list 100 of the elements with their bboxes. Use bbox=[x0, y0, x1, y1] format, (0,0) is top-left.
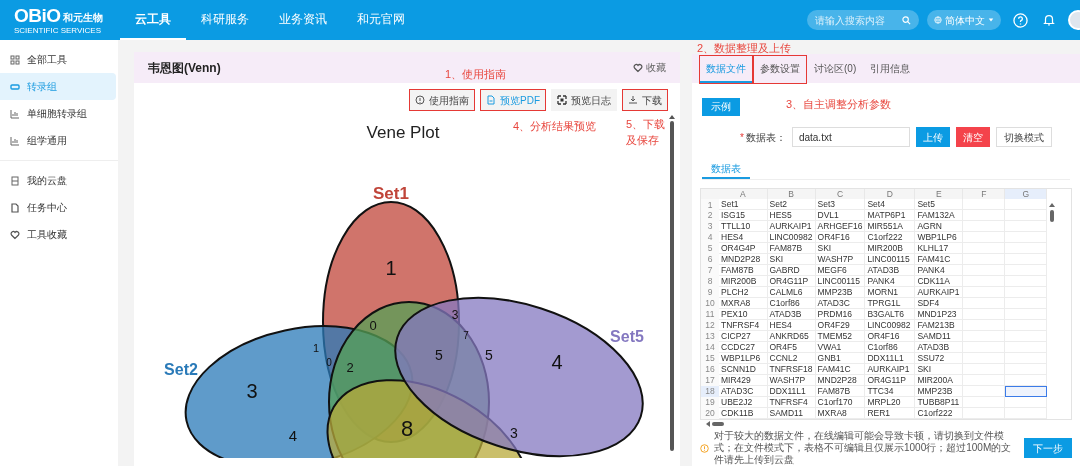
table-cell[interactable]: CALML6 bbox=[767, 286, 815, 298]
table-cell[interactable]: FAM87B bbox=[815, 385, 865, 397]
table-cell[interactable]: C1orf222 bbox=[864, 231, 915, 243]
table-cell[interactable]: SKI bbox=[815, 242, 865, 254]
table-cell[interactable]: PRDM16 bbox=[815, 308, 865, 320]
table-cell[interactable]: HES4 bbox=[767, 319, 815, 331]
table-cell[interactable]: HES4 bbox=[719, 231, 767, 243]
table-cell[interactable]: C1orf86 bbox=[864, 341, 915, 353]
table-cell[interactable]: Set3 bbox=[815, 199, 865, 210]
table-cell[interactable]: TNFRSF18 bbox=[767, 363, 815, 375]
table-cell[interactable]: GNB1 bbox=[815, 352, 865, 364]
table-cell[interactable]: FAM87B bbox=[767, 242, 815, 254]
table-cell[interactable]: OR4F16 bbox=[864, 330, 915, 342]
table-cell[interactable]: ARHGEF16 bbox=[815, 220, 865, 232]
table-cell[interactable]: KLHL17 bbox=[914, 242, 963, 254]
table-cell[interactable]: LINC00982 bbox=[864, 319, 915, 331]
panel-tab[interactable]: 引用信息 bbox=[864, 56, 917, 84]
table-cell[interactable]: TTC34 bbox=[864, 385, 915, 397]
table-cell[interactable]: MEGF6 bbox=[815, 264, 865, 276]
table-cell[interactable]: ISG15 bbox=[719, 209, 767, 221]
table-cell[interactable]: MND1P23 bbox=[914, 308, 963, 320]
table-cell[interactable]: FAM41C bbox=[815, 363, 865, 375]
table-cell[interactable]: MND2P28 bbox=[719, 253, 767, 265]
form-button[interactable]: 清空 bbox=[955, 127, 990, 148]
table-cell[interactable]: LINC00115 bbox=[864, 253, 915, 265]
search-field[interactable]: 请输入搜索内容 bbox=[807, 10, 919, 30]
table-cell[interactable]: SCNN1D bbox=[719, 363, 767, 375]
table-cell[interactable]: TNFRSF4 bbox=[719, 319, 767, 331]
sidebar-item[interactable]: 任务中心 bbox=[0, 194, 116, 221]
table-cell[interactable]: MIR551A bbox=[864, 220, 915, 232]
table-cell[interactable]: DVL1 bbox=[815, 209, 865, 221]
table-cell[interactable]: CDK11A bbox=[914, 275, 963, 287]
table-cell[interactable]: Set1 bbox=[719, 199, 767, 210]
table-cell[interactable]: OR4F5 bbox=[767, 341, 815, 353]
help-icon[interactable] bbox=[1013, 12, 1028, 28]
table-cell[interactable]: C1orf86 bbox=[767, 297, 815, 309]
table-cell[interactable]: AURKAIP1 bbox=[864, 363, 915, 375]
table-cell[interactable]: SSU72 bbox=[914, 352, 963, 364]
form-button[interactable]: 切换模式 bbox=[995, 127, 1052, 148]
panel-tab[interactable]: 参数设置 bbox=[754, 56, 806, 84]
table-cell[interactable]: MMP23B bbox=[815, 286, 865, 298]
table-cell[interactable]: PLCH2 bbox=[719, 286, 767, 298]
table-cell[interactable]: MMP23B bbox=[914, 385, 963, 397]
table-cell[interactable]: SAMD11 bbox=[767, 407, 815, 419]
table-cell[interactable]: ATAD3C bbox=[815, 297, 865, 309]
table-cell[interactable]: ANKRD65 bbox=[767, 330, 815, 342]
table-cell[interactable]: RER1 bbox=[864, 407, 915, 419]
table-cell[interactable]: FAM213B bbox=[914, 319, 963, 331]
table-cell[interactable]: SDF4 bbox=[914, 297, 963, 309]
table-cell[interactable]: MORN1 bbox=[864, 286, 915, 298]
table-cell[interactable]: FAM87B bbox=[719, 264, 767, 276]
selected-cell[interactable] bbox=[1004, 385, 1047, 397]
table-cell[interactable]: CICP27 bbox=[719, 330, 767, 342]
table-cell[interactable]: CCDC27 bbox=[719, 341, 767, 353]
table-cell[interactable]: MIR200A bbox=[914, 374, 963, 386]
table-cell[interactable]: C1orf222 bbox=[914, 407, 963, 419]
table-cell[interactable]: ATAD3C bbox=[719, 385, 767, 397]
table-cell[interactable]: Set4 bbox=[864, 199, 915, 210]
table-cell[interactable]: TTLL10 bbox=[719, 220, 767, 232]
table-cell[interactable]: PANK4 bbox=[864, 275, 915, 287]
table-cell[interactable]: FAM132A bbox=[914, 209, 963, 221]
table-cell[interactable]: OR4G11P bbox=[767, 275, 815, 287]
table-cell[interactable]: LINC00115 bbox=[815, 275, 865, 287]
sidebar-item[interactable]: 全部工具 bbox=[0, 46, 116, 73]
table-cell[interactable]: OR4G4P bbox=[719, 242, 767, 254]
table-cell[interactable]: MXRA8 bbox=[719, 297, 767, 309]
table-cell[interactable]: GABRD bbox=[767, 264, 815, 276]
sidebar-item[interactable]: 我的云盘 bbox=[0, 167, 116, 194]
table-cell[interactable]: MIR429 bbox=[719, 374, 767, 386]
table-cell[interactable]: WASH7P bbox=[767, 374, 815, 386]
table-cell[interactable]: CDK11B bbox=[719, 407, 767, 419]
table-cell[interactable]: C1orf170 bbox=[815, 396, 865, 408]
table-cell[interactable]: DDX11L1 bbox=[864, 352, 915, 364]
table-cell[interactable]: WBP1LP6 bbox=[914, 231, 963, 243]
table-cell[interactable]: MIR200B bbox=[864, 242, 915, 254]
table-cell[interactable]: SAMD11 bbox=[914, 330, 963, 342]
table-cell[interactable]: MRPL20 bbox=[864, 396, 915, 408]
table-cell[interactable]: OR4F16 bbox=[815, 231, 865, 243]
table-cell[interactable]: MND2P28 bbox=[815, 374, 865, 386]
table-cell[interactable]: ATAD3B bbox=[864, 264, 915, 276]
table-cell[interactable]: DDX11L1 bbox=[767, 385, 815, 397]
favorite-link[interactable]: 收藏 bbox=[633, 60, 666, 75]
table-cell[interactable]: WBP1LP6 bbox=[719, 352, 767, 364]
table-cell[interactable]: CCNL2 bbox=[767, 352, 815, 364]
toolbar-button[interactable]: 预览日志 bbox=[551, 89, 617, 111]
sidebar-item[interactable]: 单细胞转录组 bbox=[0, 100, 116, 127]
table-cell[interactable]: FAM41C bbox=[914, 253, 963, 265]
table-cell[interactable]: PEX10 bbox=[719, 308, 767, 320]
search-icon[interactable] bbox=[902, 15, 911, 25]
table-cell[interactable]: HES5 bbox=[767, 209, 815, 221]
table-cell[interactable]: Set2 bbox=[767, 199, 815, 210]
table-cell[interactable]: MXRA8 bbox=[815, 407, 865, 419]
table-cell[interactable]: B3GALT6 bbox=[864, 308, 915, 320]
file-name-field[interactable]: data.txt bbox=[791, 127, 910, 148]
table-cell[interactable]: AURKAIP1 bbox=[767, 220, 815, 232]
table-cell[interactable]: TPRG1L bbox=[864, 297, 915, 309]
table-cell[interactable]: MIR200B bbox=[719, 275, 767, 287]
table-cell[interactable]: MATP6P1 bbox=[864, 209, 915, 221]
table-cell[interactable]: TMEM52 bbox=[815, 330, 865, 342]
table-cell[interactable]: SKI bbox=[914, 363, 963, 375]
